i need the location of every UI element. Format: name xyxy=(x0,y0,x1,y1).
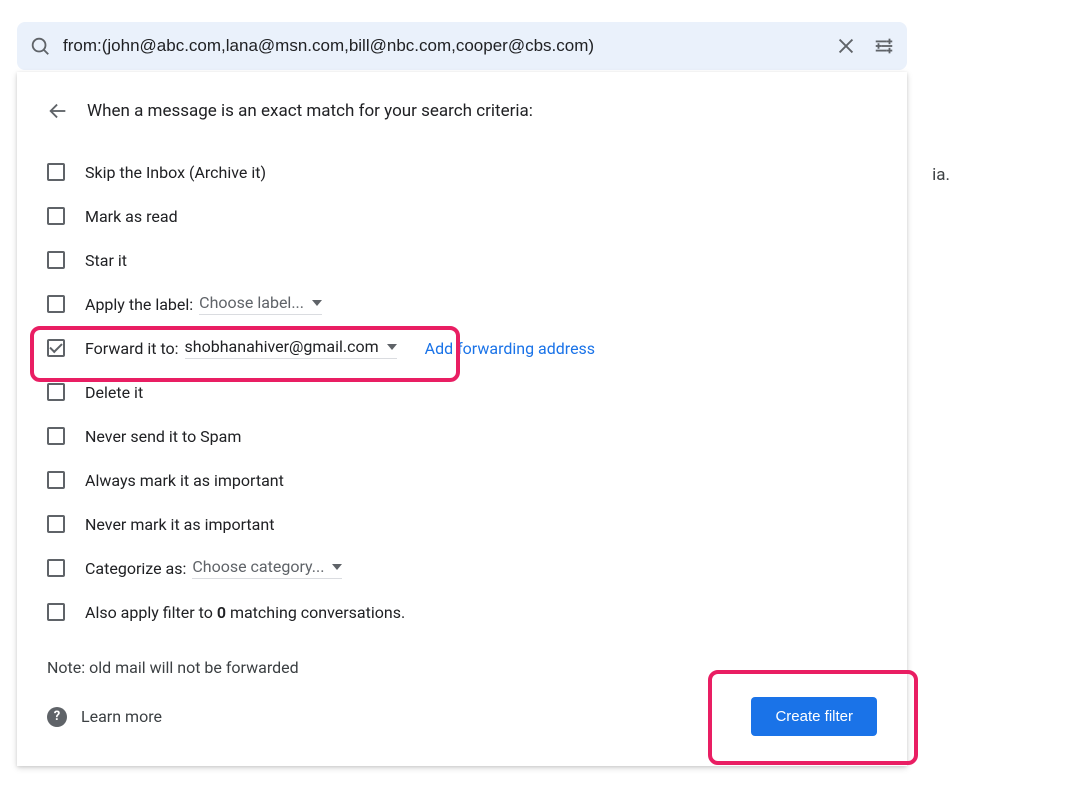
clear-search-icon[interactable] xyxy=(835,35,857,57)
dropdown-apply-label[interactable]: Choose label... xyxy=(199,293,322,315)
help-icon: ? xyxy=(47,707,67,727)
panel-header: When a message is an exact match for you… xyxy=(47,100,877,122)
learn-more-text: Learn more xyxy=(81,707,162,726)
filter-panel: When a message is an exact match for you… xyxy=(17,72,907,766)
checkbox-star-it[interactable] xyxy=(47,251,65,269)
background-text: ia. xyxy=(932,165,950,185)
option-never-important: Never mark it as important xyxy=(47,502,877,546)
label-categorize: Categorize as: xyxy=(85,559,186,578)
option-star-it: Star it xyxy=(47,238,877,282)
caret-down-icon xyxy=(332,564,342,570)
checkbox-apply-label[interactable] xyxy=(47,295,65,313)
label-also-apply: Also apply filter to 0 matching conversa… xyxy=(85,603,405,622)
checkbox-forward-to[interactable] xyxy=(47,339,65,357)
checkbox-mark-read[interactable] xyxy=(47,207,65,225)
label-never-important: Never mark it as important xyxy=(85,515,274,534)
checkbox-delete-it[interactable] xyxy=(47,383,65,401)
option-mark-read: Mark as read xyxy=(47,194,877,238)
option-forward-to: Forward it to: shobhanahiver@gmail.com A… xyxy=(47,326,877,370)
dropdown-categorize[interactable]: Choose category... xyxy=(192,557,342,579)
label-apply-label: Apply the label: xyxy=(85,295,193,314)
search-options-icon[interactable] xyxy=(873,35,895,57)
option-apply-label: Apply the label: Choose label... xyxy=(47,282,877,326)
caret-down-icon xyxy=(387,344,397,350)
checkbox-categorize[interactable] xyxy=(47,559,65,577)
checkbox-also-apply[interactable] xyxy=(47,603,65,621)
search-icon[interactable] xyxy=(29,35,51,57)
checkbox-never-important[interactable] xyxy=(47,515,65,533)
label-mark-read: Mark as read xyxy=(85,207,178,226)
dropdown-forward-to-text: shobhanahiver@gmail.com xyxy=(185,337,379,356)
add-forwarding-link[interactable]: Add forwarding address xyxy=(425,339,595,358)
label-star-it: Star it xyxy=(85,251,127,270)
checkbox-skip-inbox[interactable] xyxy=(47,163,65,181)
option-delete-it: Delete it xyxy=(47,370,877,414)
checkbox-never-spam[interactable] xyxy=(47,427,65,445)
dropdown-apply-label-text: Choose label... xyxy=(199,293,304,312)
learn-more-link[interactable]: ? Learn more xyxy=(47,707,162,727)
also-apply-count: 0 xyxy=(217,603,226,622)
label-never-spam: Never send it to Spam xyxy=(85,427,241,446)
also-apply-pre: Also apply filter to xyxy=(85,603,217,622)
search-bar xyxy=(17,22,907,70)
option-skip-inbox: Skip the Inbox (Archive it) xyxy=(47,150,877,194)
create-filter-button[interactable]: Create filter xyxy=(751,697,877,736)
option-always-important: Always mark it as important xyxy=(47,458,877,502)
option-never-spam: Never send it to Spam xyxy=(47,414,877,458)
panel-footer: ? Learn more Create filter xyxy=(47,697,877,736)
label-forward-to: Forward it to: xyxy=(85,339,179,358)
option-also-apply: Also apply filter to 0 matching conversa… xyxy=(47,590,877,634)
label-delete-it: Delete it xyxy=(85,383,143,402)
also-apply-post: matching conversations. xyxy=(226,603,405,622)
label-skip-inbox: Skip the Inbox (Archive it) xyxy=(85,163,266,182)
back-icon[interactable] xyxy=(47,100,69,122)
option-categorize: Categorize as: Choose category... xyxy=(47,546,877,590)
panel-header-text: When a message is an exact match for you… xyxy=(87,101,533,121)
dropdown-categorize-text: Choose category... xyxy=(192,557,324,576)
note-text: Note: old mail will not be forwarded xyxy=(47,658,877,677)
dropdown-forward-to[interactable]: shobhanahiver@gmail.com xyxy=(185,337,397,359)
caret-down-icon xyxy=(312,300,322,306)
checkbox-always-important[interactable] xyxy=(47,471,65,489)
label-always-important: Always mark it as important xyxy=(85,471,284,490)
search-input[interactable] xyxy=(63,36,835,56)
